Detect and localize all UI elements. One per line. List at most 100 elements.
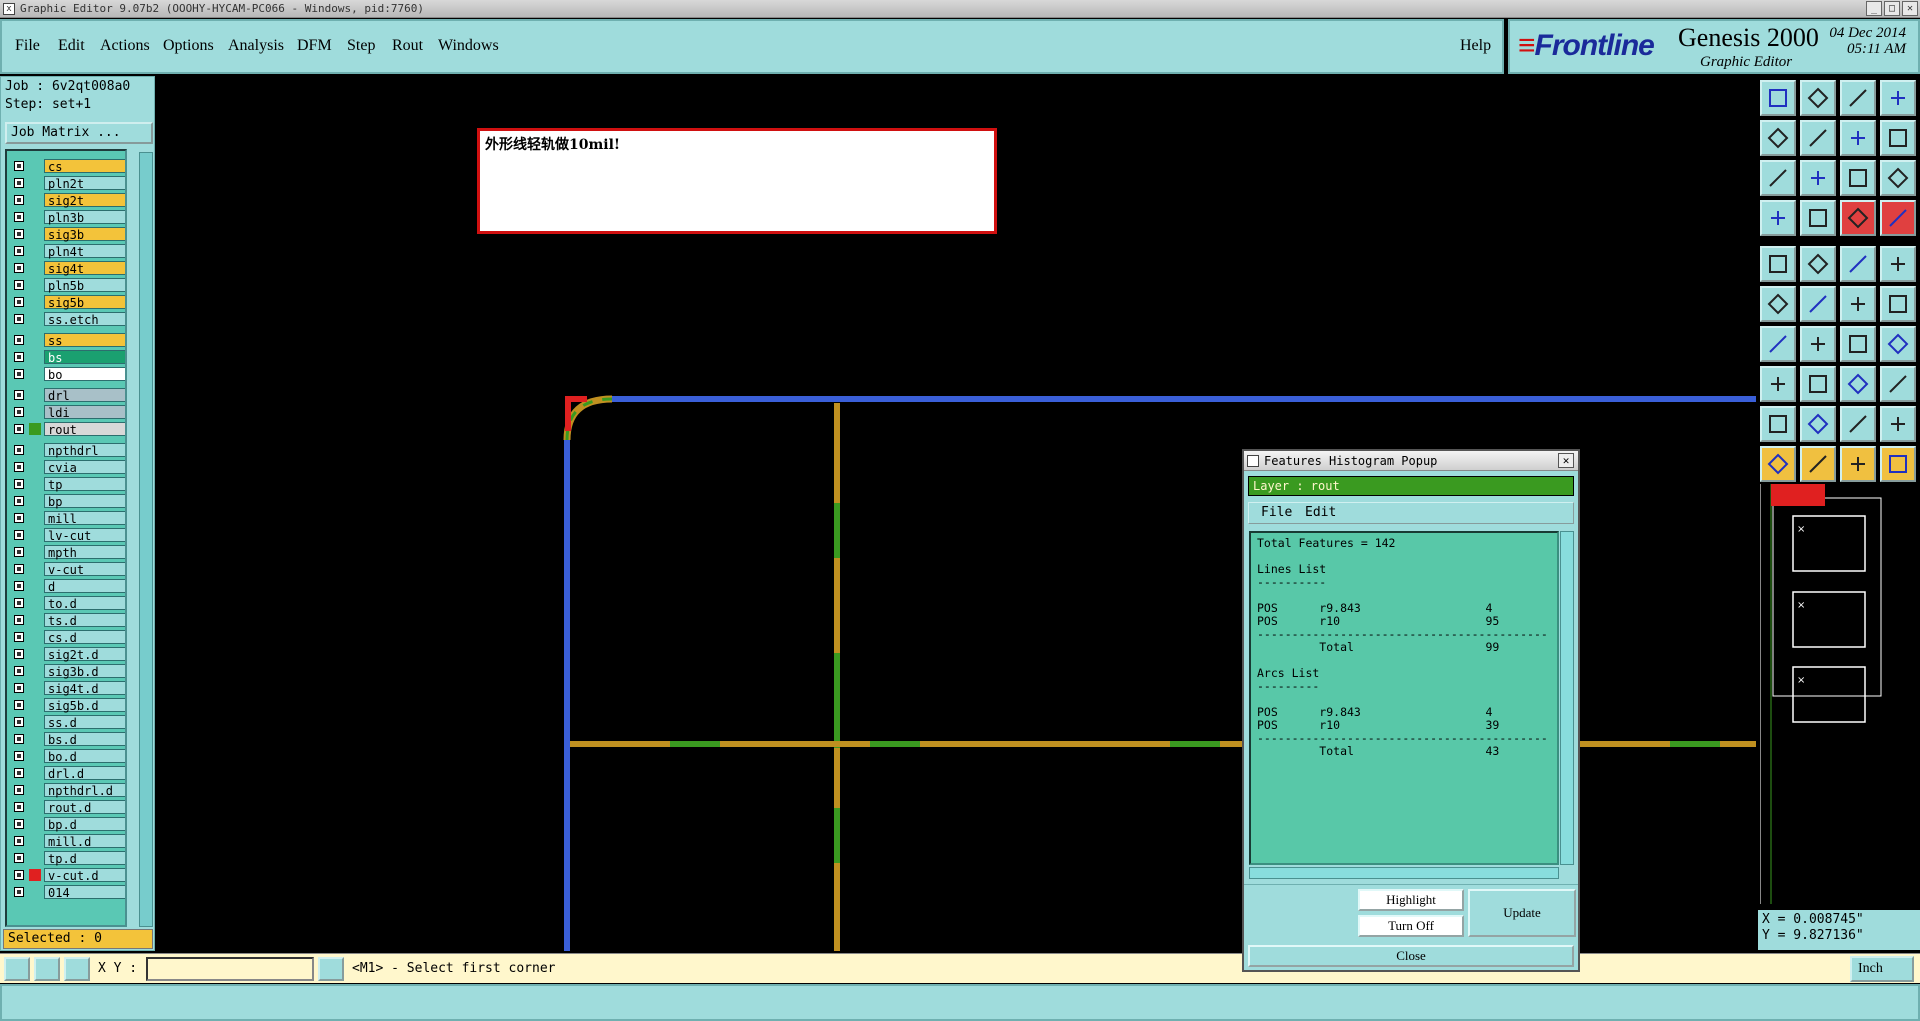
layer-name[interactable]: cs.d — [44, 630, 125, 645]
layer-name[interactable]: bo — [44, 367, 125, 382]
layer-name[interactable]: mpth — [44, 545, 125, 560]
layer-row[interactable]: drl — [9, 388, 125, 403]
scale-icon[interactable] — [1840, 160, 1876, 196]
layer-row[interactable]: mill.d — [9, 834, 125, 849]
layer-name[interactable]: pln4t — [44, 244, 125, 259]
layer-name[interactable]: bp — [44, 494, 125, 509]
triangle-fill-icon[interactable] — [1880, 406, 1916, 442]
layer-checkbox[interactable] — [14, 649, 24, 659]
node-blue-icon[interactable] — [1760, 286, 1796, 322]
layer-name[interactable]: ldi — [44, 405, 125, 420]
layer-name[interactable]: to.d — [44, 596, 125, 611]
layer-row[interactable]: sig4t — [9, 261, 125, 276]
close-icon[interactable]: ✕ — [1902, 1, 1918, 16]
pad-icon[interactable] — [1760, 246, 1796, 282]
layer-name[interactable]: pln5b — [44, 278, 125, 293]
popup-titlebar[interactable]: Features Histogram Popup ✕ — [1244, 451, 1578, 471]
home-icon[interactable] — [1760, 80, 1796, 116]
pointer-icon[interactable] — [1800, 446, 1836, 482]
layer-row[interactable]: v-cut — [9, 562, 125, 577]
tool-pen-icon[interactable] — [1760, 200, 1796, 236]
layer-checkbox[interactable] — [14, 229, 24, 239]
layer-row[interactable]: ss.etch — [9, 312, 125, 327]
layer-checkbox[interactable] — [14, 547, 24, 557]
triangle-icon[interactable] — [1760, 406, 1796, 442]
layer-checkbox[interactable] — [14, 632, 24, 642]
rotate-icon[interactable] — [1840, 326, 1876, 362]
layer-checkbox[interactable] — [14, 870, 24, 880]
layer-row[interactable]: ss.d — [9, 715, 125, 730]
pointer-route-icon[interactable] — [1880, 446, 1916, 482]
layer-row[interactable]: mill — [9, 511, 125, 526]
layer-name[interactable]: bo.d — [44, 749, 125, 764]
menu-help[interactable]: Help — [1460, 37, 1491, 55]
popup-menu-edit[interactable]: Edit — [1305, 503, 1336, 523]
layer-checkbox[interactable] — [14, 161, 24, 171]
minimize-icon[interactable]: _ — [1866, 1, 1882, 16]
layer-row[interactable]: bo.d — [9, 749, 125, 764]
layer-row[interactable]: 014 — [9, 885, 125, 900]
layer-row[interactable]: sig5b.d — [9, 698, 125, 713]
layer-name[interactable]: mill.d — [44, 834, 125, 849]
layer-checkbox[interactable] — [14, 751, 24, 761]
layer-checkbox[interactable] — [14, 598, 24, 608]
layer-row[interactable]: d — [9, 579, 125, 594]
layer-name[interactable]: rout — [44, 422, 125, 437]
overview-map[interactable]: × × × — [1760, 484, 1920, 904]
layer-name[interactable]: v-cut.d — [44, 868, 125, 883]
layer-row[interactable]: pln3b — [9, 210, 125, 225]
circle-icon[interactable] — [1880, 246, 1916, 282]
layer-list-scrollbar[interactable] — [139, 152, 153, 927]
layer-color-swatch[interactable] — [29, 423, 41, 435]
layer-row[interactable]: sig3b.d — [9, 664, 125, 679]
layer-checkbox[interactable] — [14, 462, 24, 472]
layer-checkbox[interactable] — [14, 479, 24, 489]
layer-row[interactable]: bo — [9, 367, 125, 382]
layer-row[interactable]: sig4t.d — [9, 681, 125, 696]
layer-row[interactable]: sig2t — [9, 193, 125, 208]
zoom-home-icon[interactable] — [1840, 80, 1876, 116]
layer-checkbox[interactable] — [14, 768, 24, 778]
layer-name[interactable]: sig4t.d — [44, 681, 125, 696]
layer-name[interactable]: lv-cut — [44, 528, 125, 543]
layer-row[interactable]: tp — [9, 477, 125, 492]
layer-row[interactable]: ts.d — [9, 613, 125, 628]
layer-checkbox[interactable] — [14, 280, 24, 290]
layer-red-icon-2[interactable] — [1880, 200, 1916, 236]
triangle-cut-icon[interactable] — [1840, 406, 1876, 442]
layer-row[interactable]: sig3b — [9, 227, 125, 242]
layer-checkbox[interactable] — [14, 496, 24, 506]
layer-row[interactable]: to.d — [9, 596, 125, 611]
xy-input[interactable] — [146, 957, 314, 981]
layer-checkbox[interactable] — [14, 445, 24, 455]
menu-step[interactable]: Step — [347, 37, 375, 55]
select-icon[interactable] — [1760, 446, 1796, 482]
layer-checkbox[interactable] — [14, 407, 24, 417]
menu-file[interactable]: File — [15, 37, 40, 55]
measure-icon[interactable] — [1840, 366, 1876, 402]
layer-name[interactable]: sig2t — [44, 193, 125, 208]
layer-row[interactable]: sig5b — [9, 295, 125, 310]
maximize-icon[interactable]: □ — [1884, 1, 1900, 16]
layer-name[interactable]: rout.d — [44, 800, 125, 815]
layer-checkbox[interactable] — [14, 424, 24, 434]
layer-row[interactable]: rout — [9, 422, 125, 437]
connect-red-icon[interactable] — [1840, 286, 1876, 322]
step-icon[interactable] — [1840, 120, 1876, 156]
layer-name[interactable]: 014 — [44, 885, 125, 900]
layer-checkbox[interactable] — [14, 297, 24, 307]
layer-name[interactable]: d — [44, 579, 125, 594]
layer-name[interactable]: mill — [44, 511, 125, 526]
layer-name[interactable]: sig2t.d — [44, 647, 125, 662]
layer-row[interactable]: mpth — [9, 545, 125, 560]
layer-name[interactable]: tp.d — [44, 851, 125, 866]
layer-name[interactable]: v-cut — [44, 562, 125, 577]
layer-name[interactable]: npthdrl — [44, 443, 125, 458]
units-select[interactable]: Inch — [1850, 956, 1914, 982]
layer-checkbox[interactable] — [14, 819, 24, 829]
layer-row[interactable]: pln4t — [9, 244, 125, 259]
layer-row[interactable]: bs — [9, 350, 125, 365]
layer-name[interactable]: sig5b.d — [44, 698, 125, 713]
snap-icon[interactable] — [1880, 120, 1916, 156]
layer-row[interactable]: rout.d — [9, 800, 125, 815]
